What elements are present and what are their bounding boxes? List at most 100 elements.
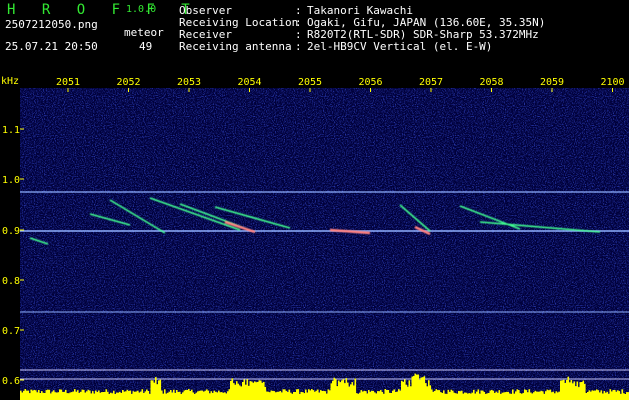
level-bar [284, 389, 286, 400]
level-bar [456, 393, 459, 400]
level-bar [555, 391, 558, 400]
level-bar [476, 391, 478, 400]
level-bar [296, 389, 298, 400]
level-bar [434, 390, 436, 400]
level-bar [600, 390, 603, 400]
level-bar [561, 380, 564, 400]
level-bar [588, 390, 591, 400]
level-bar [599, 392, 601, 400]
level-bar [297, 389, 300, 400]
level-bar [470, 393, 472, 400]
level-bar [449, 391, 451, 400]
level-bar [140, 391, 142, 400]
level-bar [122, 390, 124, 400]
level-bar [215, 391, 217, 400]
x-tick-label: 2053 [177, 77, 201, 88]
level-bar [486, 393, 489, 400]
level-bar [503, 392, 505, 400]
level-bar [545, 391, 547, 400]
level-bar [426, 386, 429, 400]
y-tick-label: 0.8 [2, 276, 20, 287]
level-bar [495, 391, 498, 400]
level-bar [293, 392, 295, 400]
level-bar [461, 390, 463, 400]
level-bar [213, 390, 216, 400]
level-bar [563, 379, 565, 400]
level-bar [239, 385, 241, 400]
level-bar [554, 393, 556, 400]
app-version: 1.0.0 [126, 4, 157, 15]
level-bar [141, 389, 144, 400]
level-bar [398, 389, 400, 400]
level-bar [339, 382, 342, 400]
level-bar [183, 390, 186, 400]
level-bar [455, 393, 457, 400]
level-bar [507, 391, 510, 400]
level-bar [527, 392, 529, 400]
level-bar [453, 392, 456, 400]
level-bar [246, 379, 249, 400]
level-bar [488, 393, 490, 400]
file-name: 2507212050.png [5, 18, 98, 31]
level-bar [119, 391, 121, 400]
level-bar [150, 380, 153, 400]
level-bar [624, 394, 627, 400]
level-bar [207, 390, 210, 400]
level-bar [360, 390, 363, 400]
level-bar [446, 393, 448, 400]
level-bar [173, 389, 175, 400]
level-bar [278, 391, 280, 400]
level-bar [281, 392, 283, 400]
level-bar [341, 380, 343, 400]
level-bar [332, 380, 334, 400]
event-type: meteor [124, 26, 164, 39]
level-bar [621, 389, 624, 400]
level-bar [260, 380, 262, 400]
level-bar [620, 393, 622, 400]
level-bar [549, 389, 552, 400]
level-bar [204, 390, 207, 400]
y-tick-label: 0.7 [2, 326, 20, 337]
level-bar [329, 390, 331, 400]
level-bar [416, 374, 418, 400]
level-bar [423, 376, 426, 400]
level-bar [285, 390, 288, 400]
level-bar [36, 392, 39, 400]
y-tick-label: 1.1 [2, 125, 20, 136]
level-bar [440, 392, 442, 400]
level-bar [167, 392, 169, 400]
level-bar [494, 392, 496, 400]
level-bar [116, 392, 118, 400]
level-bar [317, 389, 319, 400]
level-bar [464, 392, 466, 400]
level-bar [321, 391, 324, 400]
level-bar [372, 390, 375, 400]
level-bar [374, 392, 376, 400]
level-bar [275, 392, 277, 400]
level-bar [623, 393, 625, 400]
level-bar [510, 393, 513, 400]
level-bar [386, 390, 388, 400]
level-bar [354, 378, 357, 400]
level-bar [59, 389, 61, 400]
level-bar [98, 390, 100, 400]
level-bar [311, 389, 313, 400]
level-bar [264, 386, 267, 400]
level-bar [144, 391, 147, 400]
antenna-label: Receiving antenna [179, 40, 292, 53]
level-bar [225, 393, 228, 400]
level-bar [57, 392, 60, 400]
level-bar [513, 393, 516, 400]
level-bar [504, 392, 507, 400]
level-bar [465, 392, 468, 400]
level-bar [411, 376, 414, 400]
level-bar [312, 390, 315, 400]
level-bar [401, 380, 403, 400]
level-bar [603, 391, 606, 400]
level-bar [179, 391, 181, 400]
level-bar [96, 392, 99, 400]
level-bar [381, 391, 384, 400]
level-bar [530, 392, 532, 400]
level-bar [597, 390, 600, 400]
level-bar [248, 385, 250, 400]
